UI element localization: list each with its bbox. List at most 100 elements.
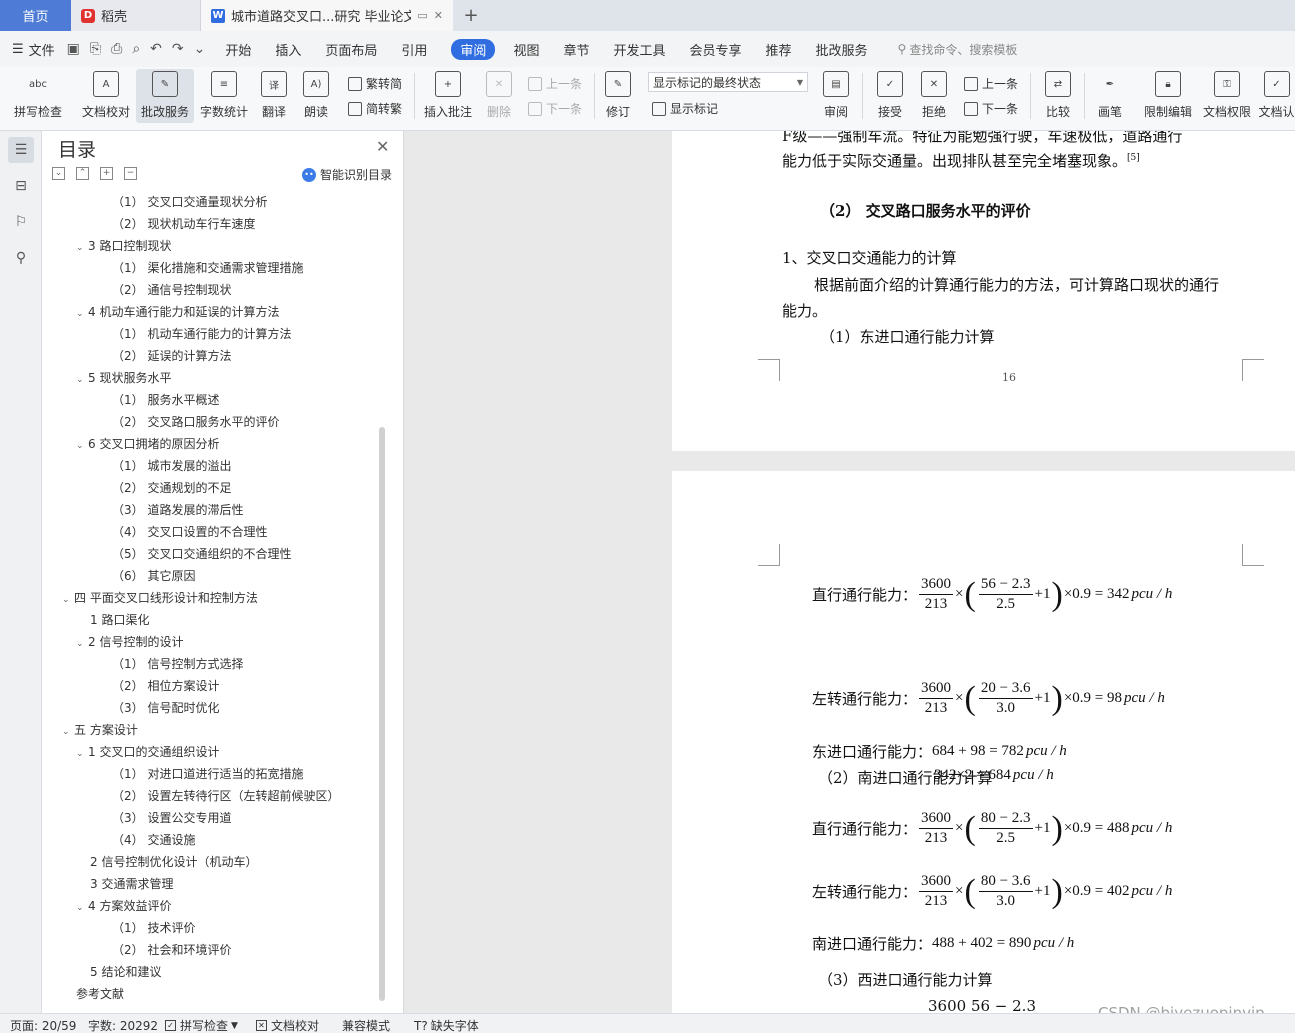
toc-panel-icon[interactable]: ☰ (8, 137, 34, 163)
toc-item[interactable]: （4） 交通设施 (112, 829, 195, 851)
add-heading-icon[interactable]: + (100, 167, 113, 180)
menu-review[interactable]: 审阅 (451, 38, 496, 60)
expand-all-icon[interactable]: ⌄ (52, 167, 65, 180)
toc-item[interactable]: ⌄ 3 路口控制现状 (76, 235, 171, 257)
file-menu[interactable]: ☰ 文件 (12, 40, 55, 59)
markup-state-select[interactable]: 显示标记的最终状态 ▼ (648, 72, 808, 92)
toc-item[interactable]: ⌄ 五 方案设计 (62, 719, 138, 741)
menu-member[interactable]: 会员专享 (689, 40, 741, 59)
chevron-down-icon[interactable]: ⌄ (76, 237, 88, 259)
toc-item[interactable]: ⌄ 1 交叉口的交通组织设计 (76, 741, 219, 763)
toc-item[interactable]: （2） 设置左转待行区（左转超前候驶区） (112, 785, 339, 807)
toc-item[interactable]: （2） 现状机动车行车速度 (112, 213, 255, 235)
tab-document[interactable]: W 城市道路交叉口...研究 毕业论文 ▭ ✕ (201, 0, 453, 31)
save-icon[interactable]: ▣ (67, 41, 80, 57)
menu-start[interactable]: 开始 (225, 40, 251, 59)
toc-item[interactable]: （3） 信号配时优化 (112, 697, 219, 719)
toc-item[interactable]: 1 路口渠化 (90, 609, 149, 631)
toc-item[interactable]: ⌄ 6 交叉口拥堵的原因分析 (76, 433, 219, 455)
menu-layout[interactable]: 页面布局 (325, 40, 377, 59)
toc-item[interactable]: （2） 延误的计算方法 (112, 345, 231, 367)
toc-scrollbar[interactable] (379, 427, 385, 1001)
customize-chevron-icon[interactable]: ⌄ (194, 41, 206, 57)
toc-item[interactable]: 5 结论和建议 (90, 961, 161, 983)
accept-button[interactable]: ✓ 接受 (870, 69, 910, 123)
preview-icon[interactable]: ⌕ (132, 41, 140, 57)
chevron-down-icon[interactable]: ⌄ (76, 633, 88, 655)
chevron-down-icon[interactable]: ⌄ (76, 897, 88, 919)
print-icon[interactable]: ⎙ (111, 41, 122, 57)
toc-item[interactable]: （1） 信号控制方式选择 (112, 653, 243, 675)
delete-comment-button[interactable]: ✕ 删除 (480, 69, 518, 123)
insert-comment-button[interactable]: + 插入批注 (422, 69, 474, 123)
toc-item[interactable]: ⌄ 4 机动车通行能力和延误的计算方法 (76, 301, 279, 323)
chevron-down-icon[interactable]: ⌄ (76, 743, 88, 765)
redo-icon[interactable]: ↷ (172, 41, 184, 57)
menu-recommend[interactable]: 推荐 (766, 40, 792, 59)
remove-heading-icon[interactable]: − (124, 167, 137, 180)
missing-font-button[interactable]: T? 缺失字体 (414, 1017, 479, 1033)
word-count-indicator[interactable]: 字数: 20292 (88, 1017, 158, 1033)
toc-item[interactable]: （1） 对进口道进行适当的拓宽措施 (112, 763, 303, 785)
doc-proofread-button[interactable]: A 文档校对 (78, 69, 134, 123)
toc-item[interactable]: （1） 技术评价 (112, 917, 195, 939)
toc-item[interactable]: （2） 交叉路口服务水平的评价 (112, 411, 279, 433)
toc-item[interactable]: （1） 服务水平概述 (112, 389, 219, 411)
tab-home[interactable]: 首页 (0, 0, 71, 31)
toc-item[interactable]: （1） 渠化措施和交通需求管理措施 (112, 257, 303, 279)
command-search[interactable]: ⚲ 查找命令、搜索模板 (898, 41, 1018, 58)
toc-item[interactable]: （4） 交叉口设置的不合理性 (112, 521, 267, 543)
monitor-icon[interactable]: ▭ (417, 9, 427, 22)
show-markup-button[interactable]: 显示标记 (652, 100, 718, 117)
toc-item[interactable]: 3 交通需求管理 (90, 873, 173, 895)
toc-item[interactable]: （1） 交叉口交通量现状分析 (112, 191, 267, 213)
status-doc-check[interactable]: ✕ 文档校对 (256, 1017, 319, 1033)
chevron-down-icon[interactable]: ⌄ (76, 369, 88, 391)
grading-service-button[interactable]: ✎ 批改服务 (136, 69, 194, 123)
compare-button[interactable]: ⇄ 比较 (1038, 69, 1078, 123)
toc-item[interactable]: （2） 通信号控制现状 (112, 279, 231, 301)
toc-item[interactable]: ⌄ 5 现状服务水平 (76, 367, 171, 389)
menu-insert[interactable]: 插入 (275, 40, 301, 59)
collapse-all-icon[interactable]: ⌃ (76, 167, 89, 180)
menu-view[interactable]: 视图 (513, 40, 539, 59)
menu-reference[interactable]: 引用 (401, 40, 427, 59)
translate-button[interactable]: 译 翻译 (254, 69, 294, 123)
toc-item[interactable]: 2 信号控制优化设计（机动车） (90, 851, 257, 873)
word-count-button[interactable]: ≡ 字数统计 (198, 69, 250, 123)
toc-item[interactable]: （5） 交叉口交通组织的不合理性 (112, 543, 291, 565)
toc-item[interactable]: 参考文献 (76, 983, 124, 1005)
reject-button[interactable]: ✕ 拒绝 (914, 69, 954, 123)
toc-item[interactable]: （1） 城市发展的溢出 (112, 455, 231, 477)
toc-item[interactable]: （1） 机动车通行能力的计算方法 (112, 323, 291, 345)
close-icon[interactable]: ✕ (376, 137, 389, 156)
pen-button[interactable]: ✒ 画笔 (1092, 69, 1128, 123)
next-comment-button[interactable]: 下一条 (528, 100, 582, 117)
trad-to-simp-button[interactable]: 繁转简 (348, 75, 402, 92)
toc-item[interactable]: （2） 交通规划的不足 (112, 477, 231, 499)
toc-item[interactable]: ⌄ 2 信号控制的设计 (76, 631, 183, 653)
close-tab-icon[interactable]: ✕ (434, 9, 443, 22)
page-indicator[interactable]: 页面: 20/59 (10, 1017, 76, 1033)
tab-daoke[interactable]: D 稻壳 (71, 0, 201, 31)
chevron-down-icon[interactable]: ⌄ (76, 435, 88, 457)
menu-devtools[interactable]: 开发工具 (613, 40, 665, 59)
chevron-down-icon[interactable]: ⌄ (62, 721, 74, 743)
doc-rights-button[interactable]: ⚿ 文档权限 (1199, 69, 1255, 123)
restrict-editing-button[interactable]: 🔒︎ 限制编辑 (1140, 69, 1196, 123)
undo-icon[interactable]: ↶ (150, 41, 162, 57)
toc-item[interactable]: ⌄ 四 平面交叉口线形设计和控制方法 (62, 587, 258, 609)
menu-chapter[interactable]: 章节 (563, 40, 589, 59)
smart-toc-button[interactable]: •• 智能识别目录 (302, 166, 392, 183)
chapter-panel-icon[interactable]: ⊟ (8, 173, 34, 199)
doc-auth-button[interactable]: ✓ 文档认 (1258, 69, 1295, 123)
review-pane-button[interactable]: ▤ 审阅 (816, 69, 856, 123)
next-change-button[interactable]: 下一条 (964, 100, 1018, 117)
spell-check-button[interactable]: abc 拼写检查 (10, 69, 66, 123)
toc-item[interactable]: （3） 道路发展的滞后性 (112, 499, 243, 521)
toc-item[interactable]: （3） 设置公交专用道 (112, 807, 231, 829)
new-tab-button[interactable]: + (453, 0, 489, 31)
search-panel-icon[interactable]: ⚲ (8, 245, 34, 271)
prev-comment-button[interactable]: 上一条 (528, 75, 582, 92)
bookmark-icon[interactable]: ⚐ (8, 209, 34, 235)
